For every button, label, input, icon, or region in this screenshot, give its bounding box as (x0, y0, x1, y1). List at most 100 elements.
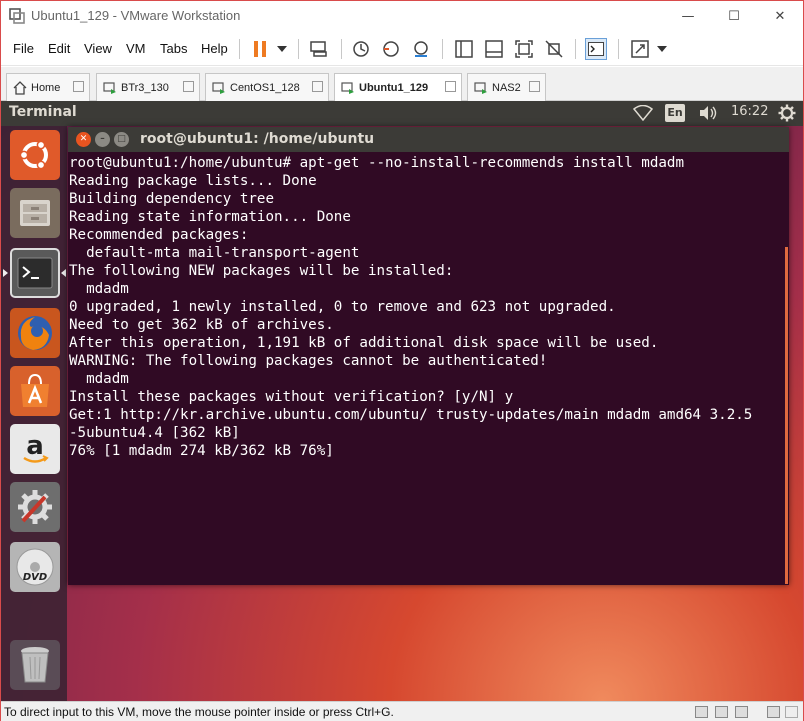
terminal-title-bar[interactable]: ✕ – □ root@ubuntu1: /home/ubuntu (68, 127, 789, 152)
terminal-line: Reading state information... Done (69, 209, 351, 225)
tab-ubuntu1[interactable]: Ubuntu1_129 (334, 73, 462, 102)
tab-label: CentOS1_128 (230, 81, 300, 94)
usb-icon[interactable] (735, 706, 748, 718)
tab-btr3[interactable]: BTr3_130 (96, 73, 200, 101)
toolbar-separator (575, 39, 576, 59)
terminal-title: root@ubuntu1: /home/ubuntu (140, 131, 375, 147)
ubuntu-dash-icon[interactable] (10, 130, 60, 180)
snapshot-icon[interactable] (350, 38, 372, 60)
terminal-line: default-mta mail-transport-agent (69, 245, 360, 261)
terminal-line: -5ubuntu4.4 [362 kB] (69, 425, 240, 441)
maximize-button[interactable]: ☐ (711, 1, 757, 32)
resize-grip-icon[interactable] (785, 706, 798, 718)
terminal-minimize-icon[interactable]: – (95, 132, 110, 147)
tab-close-icon[interactable] (183, 81, 194, 92)
console-view-icon[interactable] (585, 38, 607, 60)
vm-icon (212, 81, 225, 94)
vm-icon (474, 81, 487, 94)
terminal-line: Get:1 http://kr.archive.ubuntu.com/ubunt… (69, 407, 753, 423)
revert-snapshot-icon[interactable] (380, 38, 402, 60)
focus-arrow-icon (61, 269, 66, 277)
network-icon[interactable] (715, 706, 728, 718)
terminal-line: Building dependency tree (69, 191, 274, 207)
thumbnail-bar-icon[interactable] (483, 38, 505, 60)
menu-help[interactable]: Help (201, 41, 228, 56)
terminal-line: Install these packages without verificat… (69, 389, 514, 405)
power-gear-icon[interactable] (778, 104, 796, 122)
tab-close-icon[interactable] (445, 81, 456, 92)
menu-edit[interactable]: Edit (48, 41, 70, 56)
terminal-close-icon[interactable]: ✕ (76, 132, 91, 147)
active-app-title: Terminal (9, 104, 77, 120)
tab-centos1[interactable]: CentOS1_128 (205, 73, 329, 101)
terminal-launcher-icon[interactable] (10, 248, 60, 298)
toolbar-separator (341, 39, 342, 59)
hard-disk-icon[interactable] (695, 706, 708, 718)
terminal-line: mdadm (69, 371, 129, 387)
sidebar-toggle-icon[interactable] (453, 38, 475, 60)
tab-close-icon[interactable] (529, 81, 540, 92)
system-settings-icon[interactable] (10, 482, 60, 532)
terminal-line: 0 upgraded, 1 newly installed, 0 to remo… (69, 299, 616, 315)
status-text: To direct input to this VM, move the mou… (4, 705, 394, 719)
toolbar-separator (442, 39, 443, 59)
firefox-icon[interactable] (10, 308, 60, 358)
terminal-line: Need to get 362 kB of archives. (69, 317, 334, 333)
files-icon[interactable] (10, 188, 60, 238)
vm-icon (103, 81, 116, 94)
ubuntu-top-panel: Terminal En 16:22 (1, 101, 803, 126)
terminal-output[interactable]: root@ubuntu1:/home/ubuntu# apt-get --no-… (69, 154, 787, 584)
snapshot-manager-icon[interactable] (410, 38, 432, 60)
status-bar: To direct input to this VM, move the mou… (1, 701, 803, 721)
terminal-maximize-icon[interactable]: □ (114, 132, 129, 147)
tab-nas2[interactable]: NAS2 (467, 73, 546, 101)
fullscreen-icon[interactable] (513, 38, 535, 60)
amazon-icon[interactable]: a (10, 424, 60, 474)
toolbar-separator (239, 39, 240, 59)
menu-tabs[interactable]: Tabs (160, 41, 187, 56)
menu-file[interactable]: File (13, 41, 34, 56)
tab-close-icon[interactable] (312, 81, 323, 92)
clock[interactable]: 16:22 (731, 104, 768, 119)
minimize-button[interactable]: — (665, 1, 711, 32)
svg-text:DVD: DVD (23, 572, 47, 583)
title-bar: Ubuntu1_129 - VMware Workstation — ☐ ✕ (1, 1, 803, 32)
chevron-down-icon[interactable] (271, 38, 293, 60)
tab-label: Ubuntu1_129 (359, 82, 429, 94)
sound-icon[interactable] (767, 706, 780, 718)
menu-vm[interactable]: VM (126, 41, 146, 56)
pause-icon[interactable] (249, 38, 271, 60)
window-title: Ubuntu1_129 - VMware Workstation (31, 8, 241, 23)
software-center-icon[interactable] (10, 366, 60, 416)
svg-text:a: a (26, 431, 44, 461)
tab-home[interactable]: Home (6, 73, 90, 101)
tab-label: Home (31, 81, 61, 94)
keyboard-layout-indicator[interactable]: En (665, 104, 685, 122)
tab-label: NAS2 (492, 81, 521, 94)
send-ctrl-alt-del-icon[interactable] (308, 38, 330, 60)
tab-close-icon[interactable] (73, 81, 84, 92)
close-button[interactable]: ✕ (757, 1, 803, 32)
vmware-window: Ubuntu1_129 - VMware Workstation — ☐ ✕ F… (0, 0, 804, 721)
terminal-line: The following NEW packages will be insta… (69, 263, 454, 279)
terminal-scrollbar[interactable] (785, 247, 788, 584)
toolbar-separator (618, 39, 619, 59)
tab-bar: Home BTr3_130 CentOS1_128 Ubuntu1_129 NA… (1, 67, 803, 102)
tab-label: BTr3_130 (121, 81, 169, 94)
terminal-line: After this operation, 1,191 kB of additi… (69, 335, 659, 351)
trash-icon[interactable] (10, 640, 60, 690)
menu-view[interactable]: View (84, 41, 112, 56)
home-icon (13, 80, 27, 95)
wifi-icon[interactable] (633, 105, 653, 121)
volume-icon[interactable] (698, 105, 718, 121)
chevron-down-icon[interactable] (651, 38, 673, 60)
terminal-line: Reading package lists... Done (69, 173, 317, 189)
unity-mode-icon[interactable] (543, 38, 565, 60)
dvd-icon[interactable]: DVD (10, 542, 60, 592)
terminal-line: Recommended packages: (69, 227, 249, 243)
terminal-window[interactable]: ✕ – □ root@ubuntu1: /home/ubuntu root@ub… (68, 127, 789, 585)
vm-icon (341, 82, 354, 94)
vmware-icon (9, 8, 25, 24)
stretch-guest-icon[interactable] (629, 38, 651, 60)
terminal-line: 76% [1 mdadm 274 kB/362 kB 76%] (69, 443, 334, 459)
